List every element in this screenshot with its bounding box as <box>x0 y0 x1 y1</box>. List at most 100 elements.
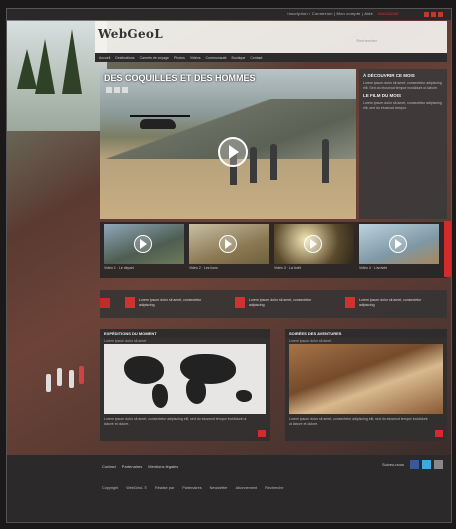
footer-links: Contact Partenaires Mentions légales <box>102 464 178 469</box>
top-highlight-link[interactable]: MAGAZINE <box>378 11 399 16</box>
news-item[interactable]: Lorem ipsum dolor sit amet, consectetur … <box>359 298 429 307</box>
footer-text[interactable]: Abonnement <box>236 486 258 490</box>
sidebar-text: Lorem ipsum dolor sit amet, consectetur … <box>363 81 442 90</box>
footer-text[interactable]: Recherche <box>265 486 283 490</box>
like-icon[interactable] <box>114 87 120 93</box>
nav-item[interactable]: Carnets de voyage <box>140 56 169 60</box>
news-icon <box>125 297 135 308</box>
hiker <box>79 366 84 384</box>
main-nav: Accueil Destinations Carnets de voyage P… <box>95 53 447 62</box>
continent <box>236 390 252 402</box>
footer-text: WebGeoL © <box>126 486 147 490</box>
thumb-caption: Vidéo 1 · Le départ <box>104 266 134 270</box>
tree <box>35 39 55 94</box>
news-item[interactable]: Lorem ipsum dolor sit amet, consectetur … <box>139 298 209 307</box>
nav-item[interactable]: Accueil <box>99 56 110 60</box>
hero-share-icons <box>106 87 128 93</box>
hero-video[interactable]: DES COQUILLES ET DES HOMMES <box>100 69 356 219</box>
sidebar-title: À DÉCOUVRIR CE MOIS <box>363 73 415 78</box>
hero-title: DES COQUILLES ET DES HOMMES <box>104 73 256 83</box>
page-frame: Inscription / Connexion | Mon compte | A… <box>6 8 452 523</box>
play-icon[interactable] <box>304 235 322 253</box>
continent <box>124 356 164 384</box>
next-videos-button[interactable] <box>444 221 451 277</box>
person <box>250 147 257 183</box>
soirees-panel: SOIRÉES DES AVENTURES Lorem ipsum dolor … <box>285 329 447 441</box>
play-icon[interactable] <box>389 235 407 253</box>
play-icon[interactable] <box>218 137 248 167</box>
tree <box>17 49 37 89</box>
footer-text: Copyright <box>102 486 119 490</box>
nav-item[interactable]: Contact <box>250 56 262 60</box>
continent <box>152 384 168 408</box>
hero-sidebar: À DÉCOUVRIR CE MOIS Lorem ipsum dolor si… <box>359 69 447 219</box>
video-thumb[interactable] <box>359 224 439 264</box>
news-icon <box>235 297 245 308</box>
panel-subtitle: Lorem ipsum dolor sit amet <box>104 339 147 343</box>
hiker <box>46 374 51 392</box>
news-item[interactable]: Lorem ipsum dolor sit amet, consectetur … <box>249 298 319 307</box>
top-links[interactable]: Inscription / Connexion | Mon compte | A… <box>287 11 373 16</box>
helicopter <box>140 119 176 129</box>
footer-bottom: Copyright WebGeoL © Réalisé par Partenai… <box>102 482 442 494</box>
nav-item[interactable]: Boutique <box>232 56 246 60</box>
thumb-caption: Vidéo 4 · L'arrivée <box>359 266 388 270</box>
thumb-caption: Vidéo 3 · La forêt <box>274 266 301 270</box>
footer-link[interactable]: Mentions légales <box>148 464 178 469</box>
prev-arrow-icon[interactable] <box>100 298 110 308</box>
panel-text: Lorem ipsum dolor sit amet, consectetur … <box>289 417 428 426</box>
flag-icon[interactable] <box>424 12 429 17</box>
nav-item[interactable]: Communauté <box>206 56 227 60</box>
hiker <box>69 370 74 388</box>
footer-link[interactable]: Contact <box>102 464 116 469</box>
play-icon[interactable] <box>134 235 152 253</box>
rss-icon[interactable] <box>434 460 443 469</box>
footer-text[interactable]: Partenaires <box>182 486 201 490</box>
panel-title[interactable]: SOIRÉES DES AVENTURES <box>285 329 447 338</box>
twitter-icon[interactable] <box>422 460 431 469</box>
video-thumbnails: Vidéo 1 · Le départ Vidéo 2 · Les lions … <box>100 222 447 278</box>
follow-label: Suivez-nous <box>381 462 404 467</box>
sidebar-text: Lorem ipsum dolor sit amet, consectetur … <box>363 101 442 110</box>
facebook-icon[interactable] <box>410 460 419 469</box>
tweet-icon[interactable] <box>122 87 128 93</box>
site-logo[interactable]: WebGeoL <box>98 27 163 41</box>
site-header: WebGeoL Rechercher <box>95 21 447 53</box>
hiker <box>57 368 62 386</box>
world-map[interactable] <box>104 344 266 414</box>
expeditions-panel: EXPÉDITIONS DU MOMENT Lorem ipsum dolor … <box>100 329 270 441</box>
footer-link[interactable]: Partenaires <box>122 464 142 469</box>
nav-item[interactable]: Photos <box>174 56 185 60</box>
more-arrow-icon[interactable] <box>258 430 266 437</box>
video-thumb[interactable] <box>189 224 269 264</box>
footer-text[interactable]: Réalisé par <box>155 486 174 490</box>
more-arrow-icon[interactable] <box>435 430 443 437</box>
continent <box>186 378 206 404</box>
sidebar-title: LE FILM DU MOIS <box>363 93 401 98</box>
helicopter-blade <box>130 115 190 117</box>
search-label[interactable]: Rechercher <box>356 38 377 43</box>
nav-item[interactable]: Destinations <box>115 56 134 60</box>
feature-photo[interactable] <box>289 344 443 414</box>
panel-text: Lorem ipsum dolor sit amet, consectetur … <box>104 417 247 426</box>
tree <box>62 29 82 94</box>
person <box>322 139 329 183</box>
social-links: Suivez-nous <box>382 460 443 469</box>
flag-icon[interactable] <box>431 12 436 17</box>
video-thumb[interactable] <box>274 224 354 264</box>
news-ticker: Lorem ipsum dolor sit amet, consectetur … <box>100 290 447 318</box>
flag-icon[interactable] <box>438 12 443 17</box>
thumb-caption: Vidéo 2 · Les lions <box>189 266 218 270</box>
hikers-group <box>41 354 91 402</box>
panel-title[interactable]: EXPÉDITIONS DU MOMENT <box>100 329 270 338</box>
video-thumb[interactable] <box>104 224 184 264</box>
person <box>270 144 277 180</box>
panel-subtitle: Lorem ipsum dolor sit amet <box>289 339 332 343</box>
nav-item[interactable]: Vidéos <box>190 56 201 60</box>
footer-text[interactable]: Newsletter <box>210 486 228 490</box>
news-icon <box>345 297 355 308</box>
play-icon[interactable] <box>219 235 237 253</box>
top-bar: Inscription / Connexion | Mon compte | A… <box>7 9 451 20</box>
share-icon[interactable] <box>106 87 112 93</box>
site-footer: Contact Partenaires Mentions légales Sui… <box>7 455 451 522</box>
